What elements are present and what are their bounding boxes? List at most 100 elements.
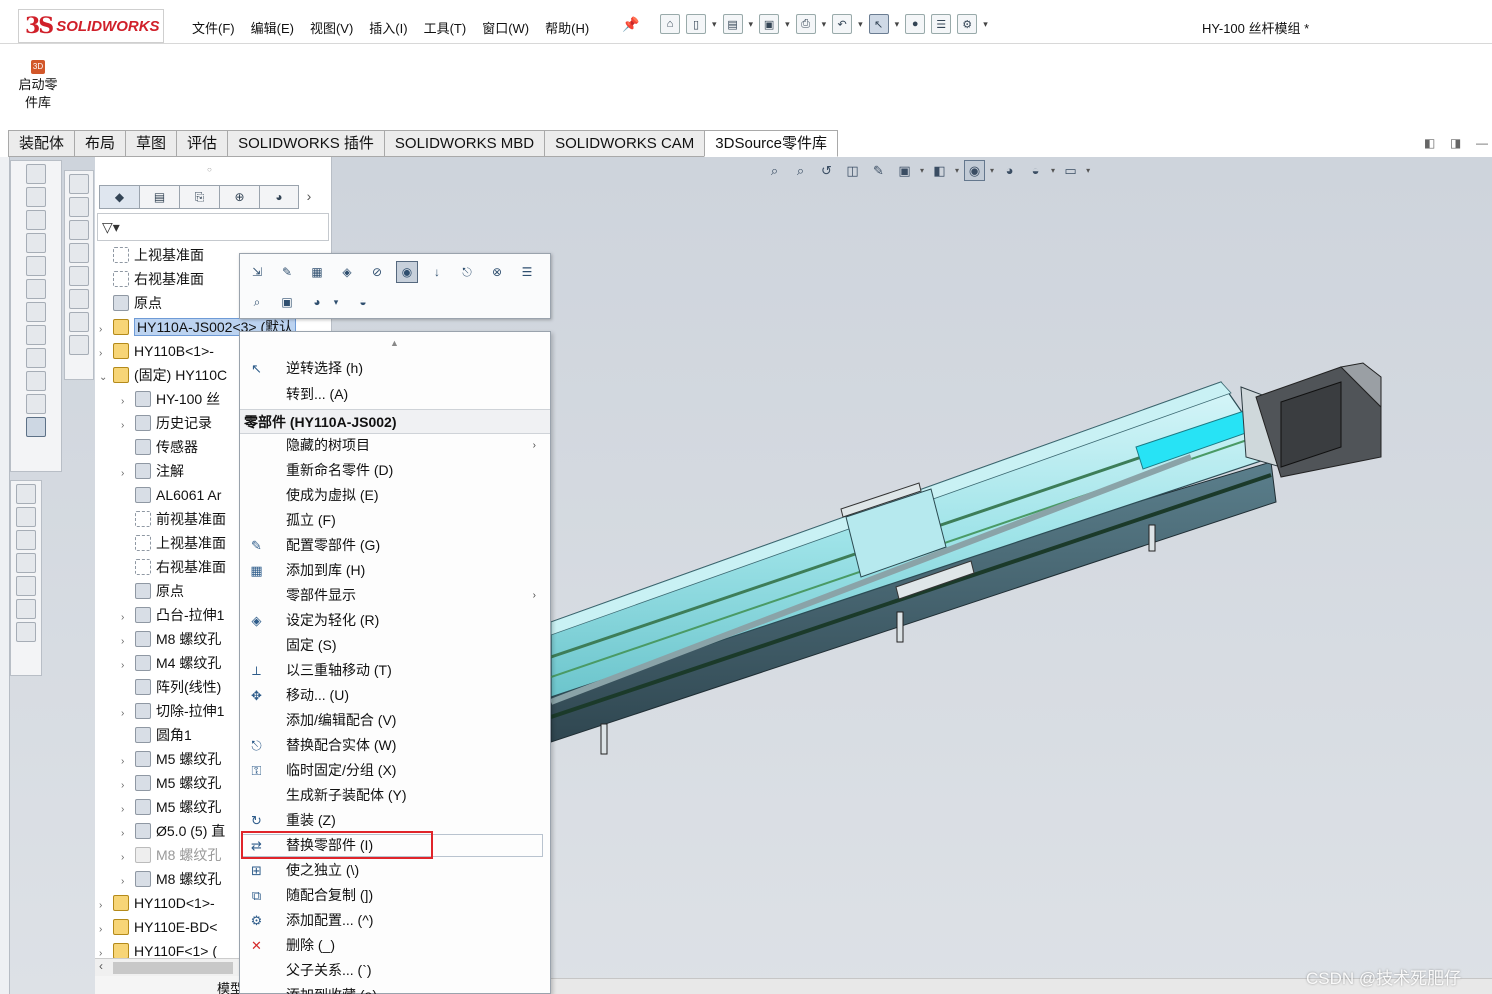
context-menu-item[interactable]: 转到... (A)	[240, 382, 550, 407]
tree-item[interactable]: › HY110D<1>-	[99, 891, 215, 915]
tree-item[interactable]: 右视基准面	[99, 267, 204, 291]
pin-icon[interactable]: 📌	[622, 16, 639, 33]
save-icon[interactable]: ▣	[759, 14, 780, 34]
context-menu-item[interactable]: ⎋ 替换配合实体 (W)	[240, 733, 550, 758]
tree-item[interactable]: 上视基准面	[99, 243, 204, 267]
weld-symbol-icon[interactable]	[69, 289, 89, 309]
tree-filter[interactable]: ▽▾	[97, 213, 329, 241]
new-document-icon[interactable]: ▯	[686, 14, 706, 34]
feature-manager-tab-icon[interactable]: ◆	[99, 185, 139, 209]
tree-item[interactable]: 圆角1	[121, 723, 192, 747]
open-part-icon[interactable]: ⇲	[246, 261, 268, 283]
context-menu-item[interactable]: 生成新子装配体 (Y)	[240, 783, 550, 808]
show-hidden-icon[interactable]	[26, 279, 46, 299]
graphics-viewport[interactable]	[551, 157, 1492, 994]
dynamic-annotation-icon[interactable]: ✎	[868, 160, 889, 181]
tab-cam[interactable]: SOLIDWORKS CAM	[544, 130, 705, 157]
lightweight-icon[interactable]: ◈	[336, 261, 358, 283]
context-menu-item[interactable]: ◈ 设定为轻化 (R)	[240, 608, 550, 633]
undo-icon[interactable]: ↶	[832, 14, 853, 34]
new-dropdown-icon[interactable]: ▾	[712, 19, 717, 30]
view-settings-dropdown-icon[interactable]: ▾	[1086, 166, 1090, 175]
select-dropdown-icon[interactable]: ▾	[895, 19, 900, 30]
context-menu-item[interactable]: ⊞ 使之独立 (\)	[240, 858, 550, 883]
exploded-view-icon[interactable]	[26, 394, 46, 414]
hide-show-dropdown-icon[interactable]: ▾	[990, 166, 994, 175]
menu-tools[interactable]: 工具(T)	[424, 18, 467, 37]
context-menu-item[interactable]: 隐藏的树项目 ›	[240, 433, 550, 458]
context-menu-item[interactable]: ✎ 配置零部件 (G)	[240, 533, 550, 558]
dimension-icon[interactable]	[69, 220, 89, 240]
tree-item[interactable]: › M5 螺纹孔	[121, 747, 221, 771]
context-menu-item[interactable]: 重新命名零件 (D)	[240, 458, 550, 483]
scroll-left-icon[interactable]: ‹	[99, 959, 103, 973]
home-icon[interactable]: ⌂	[660, 14, 680, 34]
traffic-light-icon[interactable]: ●	[905, 14, 926, 34]
zoom-to-selection-icon[interactable]: ⌕	[246, 291, 268, 313]
display-manager-tab-icon[interactable]: ◕	[259, 185, 299, 209]
configuration-manager-tab-icon[interactable]: ⎘	[179, 185, 219, 209]
menu-help[interactable]: 帮助(H)	[545, 18, 589, 37]
menu-file[interactable]: 文件(F)	[192, 18, 235, 37]
context-menu-item[interactable]: ↻ 重装 (Z)	[240, 808, 550, 833]
mate-reference-icon[interactable]	[16, 599, 36, 619]
hide-show-items-icon[interactable]: ◉	[964, 160, 986, 181]
appearance-icon[interactable]: ◕	[306, 291, 328, 313]
menu-edit[interactable]: 编辑(E)	[251, 18, 294, 37]
tree-item[interactable]: ⌄ (固定) HY110C	[99, 363, 227, 387]
coordinate-system-icon[interactable]	[16, 530, 36, 550]
axis-icon[interactable]	[16, 507, 36, 527]
tree-item[interactable]: 右视基准面	[121, 555, 226, 579]
component-properties-icon[interactable]: ▣	[276, 291, 298, 313]
tree-item[interactable]: › 切除-拉伸1	[121, 699, 224, 723]
tree-item[interactable]: › M5 螺纹孔	[121, 771, 221, 795]
insert-component-icon[interactable]	[26, 164, 46, 184]
panel-left-toggle-icon[interactable]: ◧	[1424, 136, 1435, 150]
tab-addins[interactable]: SOLIDWORKS 插件	[227, 130, 384, 157]
mate-attach-icon[interactable]: ⎋	[456, 261, 478, 283]
surface-finish-icon[interactable]	[69, 243, 89, 263]
tree-item[interactable]: › M8 螺纹孔	[121, 627, 221, 651]
edit-part-icon[interactable]: ✎	[276, 261, 298, 283]
note-icon[interactable]	[69, 174, 89, 194]
context-menu-item[interactable]: 零部件显示 ›	[240, 583, 550, 608]
tolerance-icon[interactable]	[69, 312, 89, 332]
hide-component-icon[interactable]: ◉	[396, 261, 418, 283]
context-menu-item[interactable]: 添加/编辑配合 (V)	[240, 708, 550, 733]
tree-item[interactable]: › 凸台-拉伸1	[121, 603, 224, 627]
view-mates-icon[interactable]: ⊗	[486, 261, 508, 283]
plane-icon[interactable]	[16, 484, 36, 504]
tree-item[interactable]: 前视基准面	[121, 507, 226, 531]
mate-tool-icon[interactable]	[26, 187, 46, 207]
properties-list-icon[interactable]: ☰	[516, 261, 538, 283]
context-menu-item[interactable]: ▦ 添加到库 (H)	[240, 558, 550, 583]
view-settings-icon[interactable]: ▭	[1060, 160, 1081, 181]
tab-3dsource[interactable]: 3DSource零件库	[704, 130, 838, 157]
options-gear-icon[interactable]: ⚙	[957, 14, 978, 34]
edit-appearance-icon[interactable]: ◕	[999, 160, 1020, 181]
hole-callout-icon[interactable]	[69, 335, 89, 355]
rebuild-icon[interactable]: ↓	[426, 261, 448, 283]
tree-item[interactable]: › HY110E-BD<	[99, 915, 217, 939]
save-dropdown-icon[interactable]: ▾	[785, 19, 790, 30]
tab-mbd[interactable]: SOLIDWORKS MBD	[383, 130, 545, 157]
bill-of-materials-icon[interactable]	[26, 371, 46, 391]
context-menu-item[interactable]: ⧉ 随配合复制 (])	[240, 883, 550, 908]
tree-item[interactable]: › 历史记录	[121, 411, 212, 435]
center-of-mass-icon[interactable]	[16, 576, 36, 596]
linear-pattern-icon[interactable]	[26, 210, 46, 230]
tree-tabs-more-icon[interactable]: ›	[299, 185, 319, 209]
panel-grip-icon[interactable]: ○	[207, 165, 212, 174]
options-dropdown-icon[interactable]: ▾	[983, 19, 988, 30]
context-menu-item[interactable]: 父子关系... (`)	[240, 958, 550, 983]
tree-item[interactable]: 原点	[121, 579, 184, 603]
tree-item[interactable]: AL6061 Ar	[121, 483, 221, 507]
tree-item[interactable]: 上视基准面	[121, 531, 226, 555]
context-menu-item[interactable]: ↖ 逆转选择 (h)	[240, 356, 550, 381]
tab-sketch[interactable]: 草图	[125, 130, 177, 157]
launch-library-button[interactable]: 3D 启动零 件库	[12, 60, 64, 112]
tree-item[interactable]: 原点	[99, 291, 162, 315]
menu-scroll-up-icon[interactable]: ▲	[390, 338, 399, 348]
context-menu-item[interactable]: ✕ 删除 (_)	[240, 933, 550, 958]
open-folder-icon[interactable]: ▤	[722, 14, 743, 34]
